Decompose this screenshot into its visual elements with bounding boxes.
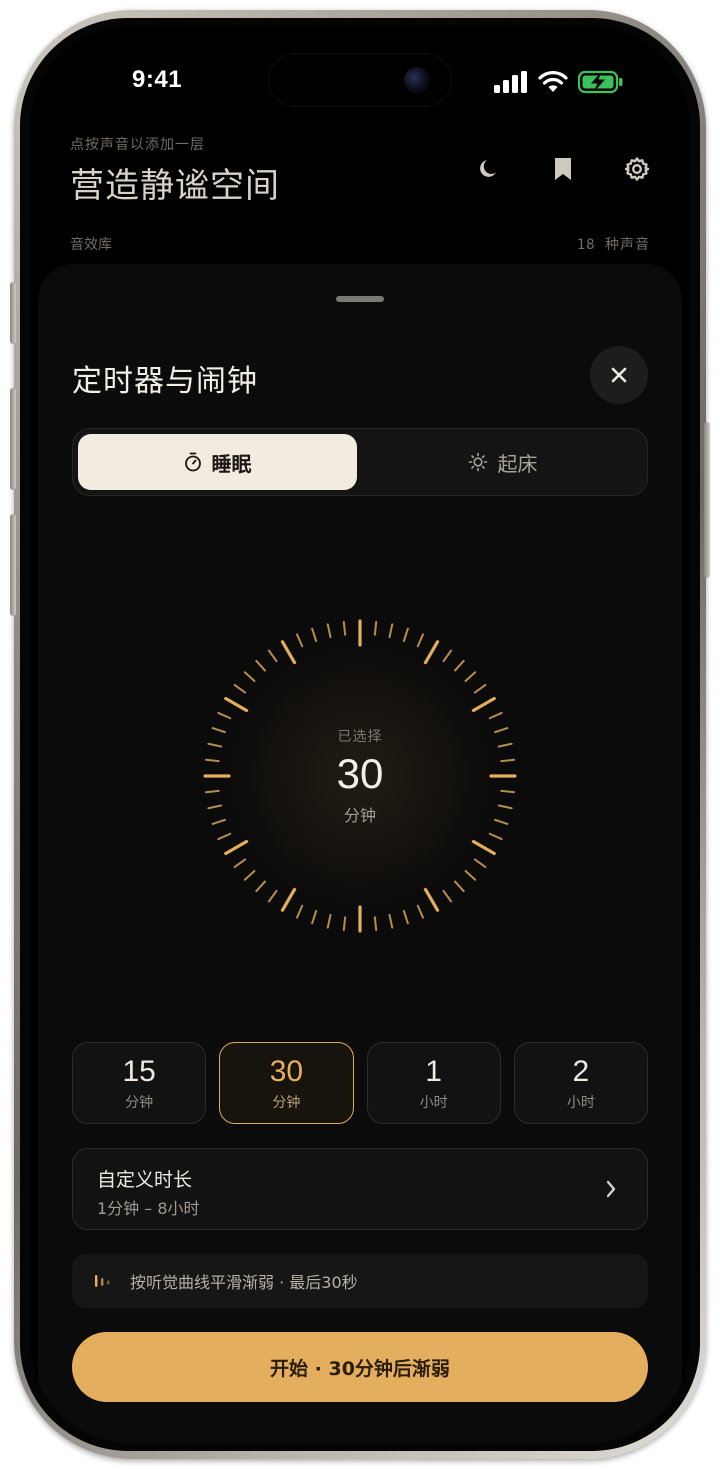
duration-presets: 15 分钟 30 分钟 1 小时 2 小时	[72, 1042, 648, 1124]
close-icon	[611, 367, 627, 383]
dial-readout: 已选择 30 分钟	[200, 616, 520, 936]
mode-segmented-control: 睡眠 起床	[72, 428, 648, 496]
library-row: 音效库 18 种声音	[70, 234, 650, 254]
tab-wake-label: 起床	[497, 451, 538, 476]
sound-count: 18 种声音	[576, 237, 650, 253]
tab-sleep[interactable]: 睡眠	[78, 434, 357, 490]
fade-note: 按听觉曲线平滑渐弱 · 最后30秒	[72, 1254, 648, 1308]
stopwatch-icon	[184, 452, 201, 472]
header-hint: 点按声音以添加一层	[70, 137, 205, 153]
wifi-icon	[538, 71, 568, 92]
volume-up-button	[10, 388, 16, 490]
preset-30-min[interactable]: 30 分钟	[219, 1042, 354, 1124]
sheet-grabber[interactable]	[336, 296, 384, 302]
battery-charging-icon	[578, 70, 623, 94]
gear-icon[interactable]	[624, 156, 650, 182]
custom-duration-range: 1分钟 – 8小时	[97, 1199, 200, 1218]
preset-unit: 分钟	[125, 1094, 154, 1111]
preset-unit: 小时	[566, 1094, 595, 1111]
dial-label: 已选择	[337, 729, 383, 745]
power-button	[704, 422, 710, 578]
tab-wake[interactable]: 起床	[363, 434, 642, 490]
dynamic-island	[268, 53, 452, 107]
status-time: 9:41	[132, 66, 183, 93]
library-label: 音效库	[70, 237, 112, 253]
bookmark-icon[interactable]	[550, 156, 576, 182]
preset-value: 15	[122, 1054, 156, 1088]
screen: 9:41 点按声音以添加一层 营造静谧空间 音效库 18 种声音 定时器与闹钟 …	[30, 26, 690, 1443]
preset-2-hours[interactable]: 2 小时	[513, 1042, 648, 1124]
action-button	[10, 282, 16, 344]
custom-duration-title: 自定义时长	[97, 1169, 193, 1191]
status-icons	[494, 70, 624, 94]
preset-value: 1	[425, 1054, 442, 1088]
header-actions	[476, 156, 650, 182]
sheet-title: 定时器与闹钟	[72, 364, 258, 399]
sun-icon	[468, 452, 487, 472]
tab-sleep-label: 睡眠	[211, 451, 252, 476]
signal-icon	[494, 71, 527, 93]
moon-icon[interactable]	[476, 156, 502, 182]
custom-duration-button[interactable]: 自定义时长 1分钟 – 8小时	[72, 1148, 648, 1230]
preset-unit: 小时	[419, 1094, 448, 1111]
start-button[interactable]: 开始 · 30分钟后渐弱	[72, 1332, 648, 1402]
front-camera	[404, 67, 430, 93]
close-button[interactable]	[590, 346, 648, 404]
preset-value: 2	[572, 1054, 590, 1088]
volume-down-button	[10, 514, 16, 616]
fade-curve-icon	[95, 1275, 110, 1287]
preset-unit: 分钟	[272, 1094, 301, 1111]
fade-note-text: 按听觉曲线平滑渐弱 · 最后30秒	[130, 1273, 358, 1292]
timer-dial[interactable]: 已选择 30 分钟	[200, 616, 520, 936]
preset-1-hour[interactable]: 1 小时	[366, 1042, 501, 1124]
dial-unit: 分钟	[343, 806, 376, 825]
page-header: 点按声音以添加一层 营造静谧空间	[70, 134, 650, 207]
timer-sheet: 定时器与闹钟 睡眠 起床 已选择 30 分钟 15 分钟 30 分钟 1 小时 …	[38, 264, 682, 1443]
chevron-right-icon	[606, 1180, 616, 1198]
preset-15-min[interactable]: 15 分钟	[72, 1042, 207, 1124]
dial-value: 30	[336, 750, 384, 797]
preset-value: 30	[269, 1054, 304, 1088]
